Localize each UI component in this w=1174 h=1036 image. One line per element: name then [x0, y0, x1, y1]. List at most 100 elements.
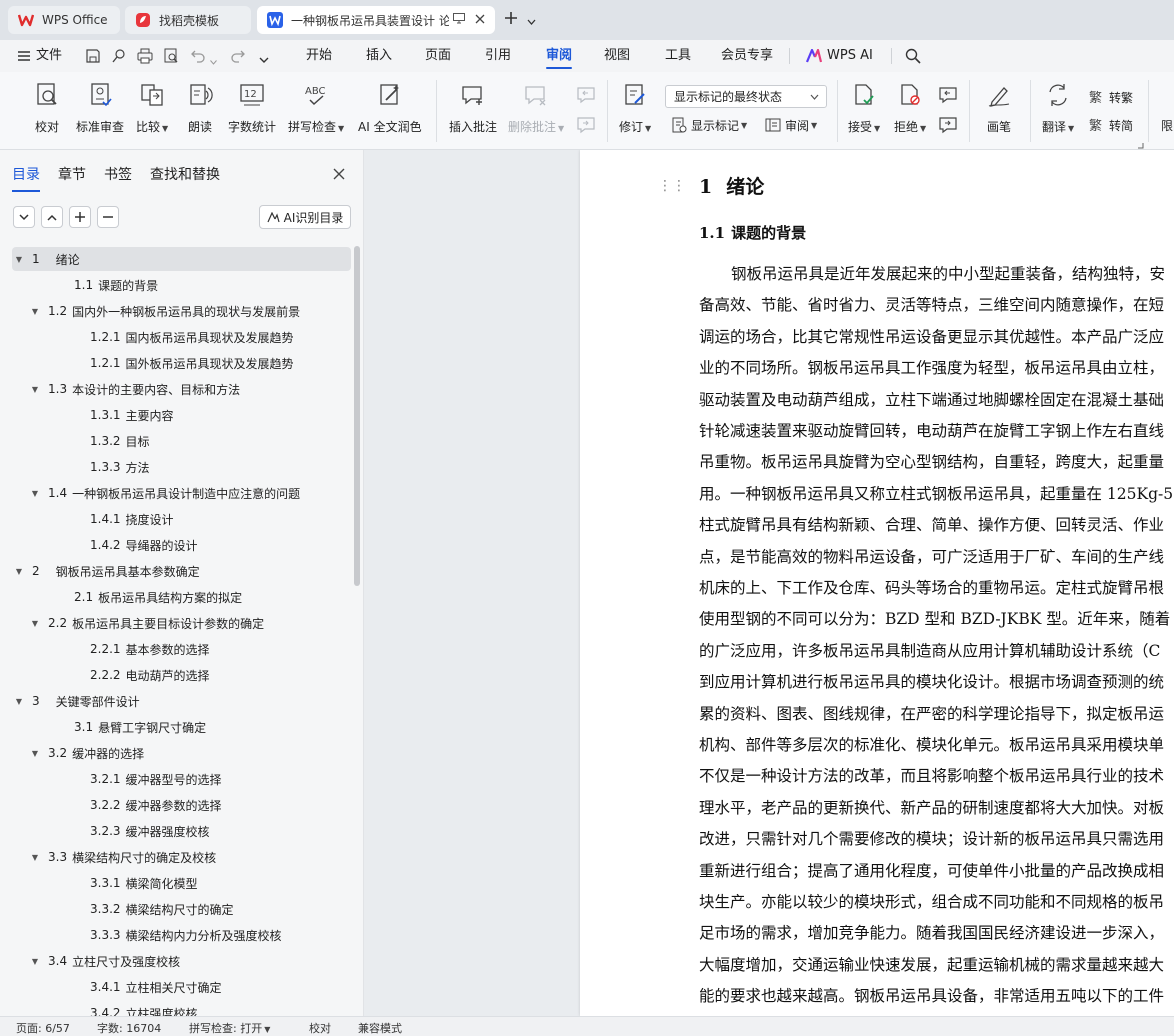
print-preview-icon[interactable]: [163, 48, 179, 68]
toc-item[interactable]: 3.1 悬臂工字钢尺寸确定: [12, 715, 351, 739]
expand-arrow-icon[interactable]: ▼: [28, 619, 42, 628]
toc-item[interactable]: 1.4.2 导绳器的设计: [12, 533, 351, 557]
remove-heading-button[interactable]: [97, 206, 119, 228]
status-proofread[interactable]: 校对: [309, 1020, 331, 1036]
accept-button[interactable]: 接受 ▼: [848, 78, 880, 142]
tab-document[interactable]: 一种钢板吊运吊具装置设计 论: [257, 6, 495, 34]
print-icon[interactable]: [137, 48, 153, 68]
toc-item[interactable]: ▼ 3.3 横梁结构尺寸的确定及校核: [12, 845, 351, 869]
expand-arrow-icon[interactable]: ▼: [28, 957, 42, 966]
toc-item[interactable]: ▼ 1.3 本设计的主要内容、目标和方法: [12, 377, 351, 401]
proofread-button[interactable]: 校对: [34, 78, 60, 142]
toc-item[interactable]: 3.4.1 立柱相关尺寸确定: [12, 975, 351, 999]
previous-comment-icon[interactable]: [576, 86, 596, 107]
toc-item[interactable]: 3.3.1 横梁简化模型: [12, 871, 351, 895]
insert-comment-button[interactable]: 插入批注: [449, 78, 497, 142]
collapse-all-button[interactable]: [13, 206, 35, 228]
redo-icon[interactable]: [231, 49, 245, 67]
next-change-icon[interactable]: [938, 116, 958, 137]
toc-item[interactable]: 1.3.3 方法: [12, 455, 351, 479]
document-page[interactable]: ⋮⋮ 1 绪论 1.1 课题的背景 钢板吊运吊具是近年发展起来的中小型起重装备，结构…: [580, 150, 1174, 1016]
toc-item[interactable]: 1.2.1 国内板吊运吊具现状及发展趋势: [12, 325, 351, 349]
toc-item[interactable]: 1.3.2 目标: [12, 429, 351, 453]
toc-item[interactable]: 2.1 板吊运吊具结构方案的拟定: [12, 585, 351, 609]
track-changes-button[interactable]: 修订 ▼: [619, 78, 651, 142]
expand-arrow-icon[interactable]: ▼: [12, 697, 26, 706]
toc-item[interactable]: 1.3.1 主要内容: [12, 403, 351, 427]
undo-icon[interactable]: [191, 49, 205, 67]
menu-page[interactable]: 页面: [425, 40, 451, 72]
status-spell-check[interactable]: 拼写检查: 打开 ▼: [189, 1020, 270, 1036]
markup-view-select[interactable]: 显示标记的最终状态: [665, 85, 827, 108]
undo-dropdown-icon[interactable]: [210, 54, 217, 69]
status-word-count[interactable]: 字数: 16704: [97, 1020, 161, 1036]
next-comment-icon[interactable]: [576, 116, 596, 137]
show-markup-button[interactable]: 显示标记 ▼: [671, 114, 747, 136]
toc-item[interactable]: 2.2.2 电动葫芦的选择: [12, 663, 351, 687]
expand-all-button[interactable]: [41, 206, 63, 228]
reject-button[interactable]: 拒绝 ▼: [894, 78, 926, 142]
search-icon[interactable]: [905, 48, 921, 68]
read-aloud-button[interactable]: 朗读: [187, 78, 213, 142]
toc-item[interactable]: ▼ 3.2 缓冲器的选择: [12, 741, 351, 765]
close-panel-icon[interactable]: [333, 168, 345, 183]
menu-wps-ai[interactable]: WPS AI: [827, 40, 873, 72]
toc-item[interactable]: 3.2.2 缓冲器参数的选择: [12, 793, 351, 817]
toc-item[interactable]: ▼ 1.4 一种钢板吊运吊具设计制造中应注意的问题: [12, 481, 351, 505]
toc-item[interactable]: 3.2.1 缓冲器型号的选择: [12, 767, 351, 791]
monitor-icon[interactable]: [453, 13, 465, 27]
toc-item[interactable]: 3.3.3 横梁结构内力分析及强度校核: [12, 923, 351, 947]
add-heading-button[interactable]: [69, 206, 91, 228]
to-simplified-button[interactable]: 繁 转简: [1089, 114, 1133, 136]
toc-item[interactable]: 3.4.2 立柱强度校核: [12, 1001, 351, 1016]
expand-arrow-icon[interactable]: ▼: [28, 489, 42, 498]
compare-button[interactable]: 比较 ▼: [136, 78, 168, 142]
panel-tab-sections[interactable]: 章节: [58, 164, 86, 184]
translate-button[interactable]: 翻译 ▼: [1042, 78, 1074, 142]
tab-docer[interactable]: 找稻壳模板: [125, 6, 251, 34]
panel-tab-toc[interactable]: 目录: [12, 164, 40, 192]
menu-review[interactable]: 审阅: [546, 40, 573, 72]
to-traditional-button[interactable]: 繁 转繁: [1089, 86, 1133, 108]
toc-item[interactable]: 2.2.1 基本参数的选择: [12, 637, 351, 661]
toc-item[interactable]: 3.3.2 横梁结构尺寸的确定: [12, 897, 351, 921]
toc-item[interactable]: 1.2.1 国外板吊运吊具现状及发展趋势: [12, 351, 351, 375]
toc-item[interactable]: 3.2.3 缓冲器强度校核: [12, 819, 351, 843]
standard-review-button[interactable]: 标准审查: [76, 78, 124, 142]
panel-tab-find-replace[interactable]: 查找和替换: [150, 164, 220, 184]
toc-item[interactable]: ▼ 2.2 板吊运吊具主要目标设计参数的确定: [12, 611, 351, 635]
expand-arrow-icon[interactable]: ▼: [12, 255, 26, 264]
tab-list-dropdown-icon[interactable]: [527, 14, 536, 28]
more-quick-actions-icon[interactable]: [259, 53, 269, 68]
menu-tools[interactable]: 工具: [665, 40, 691, 72]
word-count-button[interactable]: 12 字数统计: [228, 78, 276, 142]
expand-arrow-icon[interactable]: ▼: [28, 749, 42, 758]
menu-home[interactable]: 开始: [306, 40, 332, 72]
menu-references[interactable]: 引用: [485, 40, 511, 72]
toc-item[interactable]: ▼ 3.4 立柱尺寸及强度校核: [12, 949, 351, 973]
tab-wps-office[interactable]: WPS Office: [8, 6, 120, 34]
spell-check-button[interactable]: ABC 拼写检查 ▼: [288, 78, 344, 142]
expand-arrow-icon[interactable]: ▼: [12, 567, 26, 576]
restrict-editing-button[interactable]: 限: [1161, 114, 1173, 136]
save-icon[interactable]: [85, 48, 101, 68]
previous-change-icon[interactable]: [938, 86, 958, 107]
ai-polish-button[interactable]: AI 全文润色: [358, 78, 422, 142]
drag-handle-icon[interactable]: ⋮⋮: [658, 178, 686, 194]
status-page[interactable]: 页面: 6/57: [16, 1020, 70, 1036]
panel-tab-bookmarks[interactable]: 书签: [104, 164, 132, 184]
expand-arrow-icon[interactable]: ▼: [28, 307, 42, 316]
toc-item[interactable]: ▼ 2 钢板吊运吊具基本参数确定: [12, 559, 351, 583]
toc-item[interactable]: ▼ 3 关键零部件设计: [12, 689, 351, 713]
menu-insert[interactable]: 插入: [366, 40, 392, 72]
menu-file[interactable]: 文件: [36, 40, 62, 72]
close-tab-icon[interactable]: [475, 13, 485, 27]
menu-member[interactable]: 会员专享: [721, 40, 773, 72]
expand-arrow-icon[interactable]: ▼: [28, 385, 42, 394]
ai-toc-button[interactable]: AI识别目录: [259, 205, 351, 229]
toc-item[interactable]: ▼ 1 绪论: [12, 247, 351, 271]
review-pane-button[interactable]: 审阅 ▼: [765, 114, 817, 136]
link-icon[interactable]: [111, 48, 127, 68]
menu-view[interactable]: 视图: [604, 40, 630, 72]
delete-comment-button[interactable]: 删除批注 ▼: [508, 78, 564, 142]
